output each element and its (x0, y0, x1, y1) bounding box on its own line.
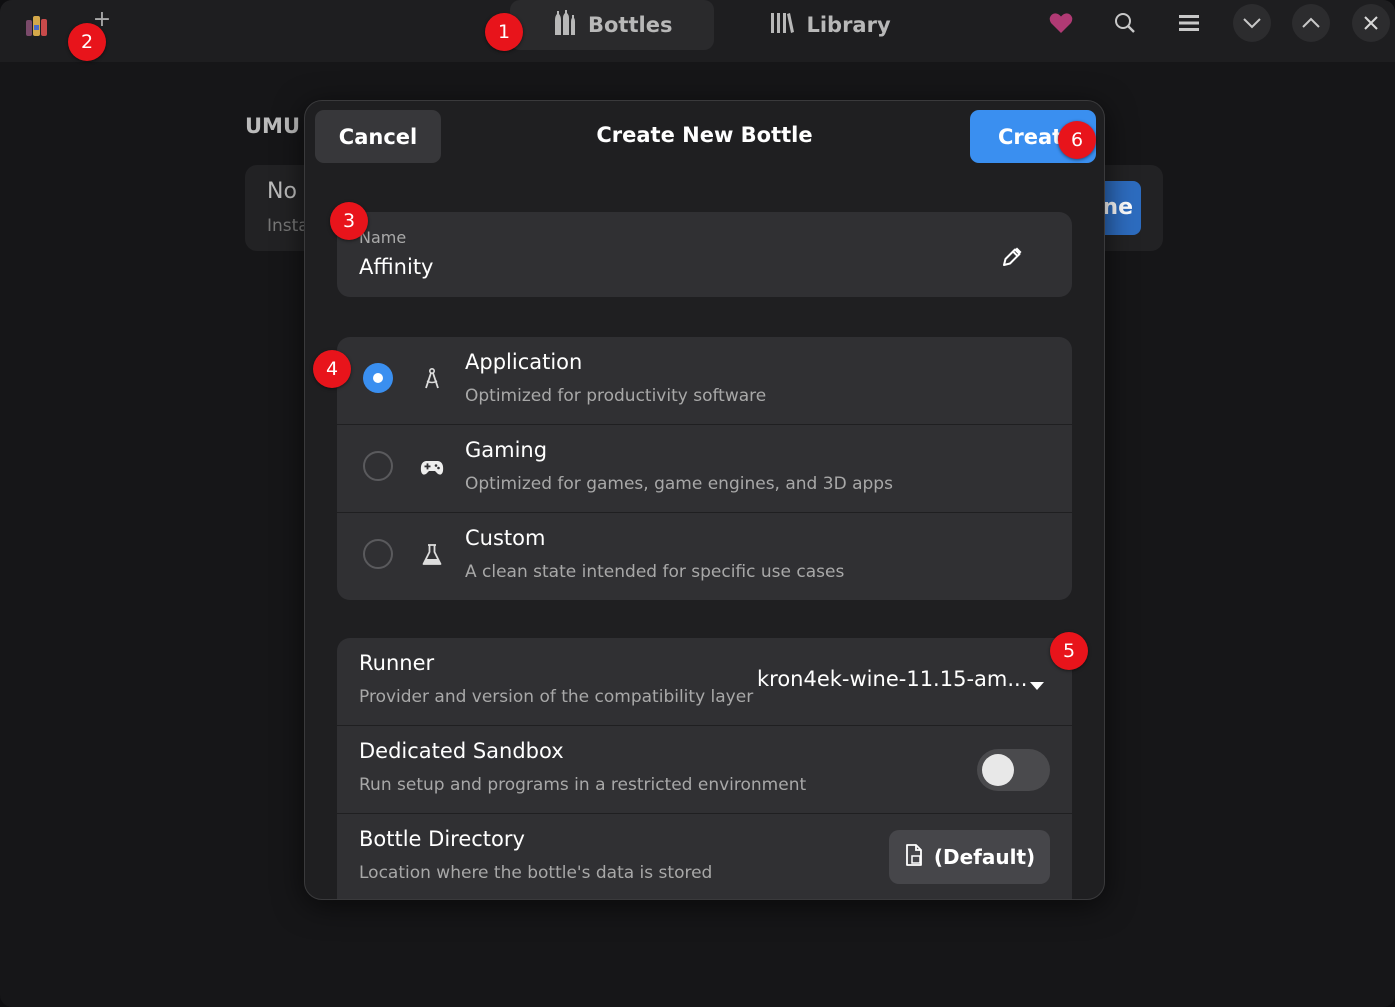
close-icon[interactable] (1352, 4, 1390, 42)
application-subtitle: Optimized for productivity software (465, 386, 767, 406)
view-switcher: Bottles Library (510, 0, 933, 50)
tab-bottles[interactable]: Bottles (510, 0, 715, 50)
annotation-badge-4: 4 (313, 350, 351, 388)
tab-bottles-label: Bottles (588, 13, 673, 37)
gaming-radio[interactable] (363, 451, 393, 481)
environment-row-gaming[interactable]: Gaming Optimized for games, game engines… (337, 425, 1072, 513)
runner-title: Runner (359, 651, 435, 675)
empty-state-subtitle: Insta (267, 216, 309, 236)
app-window: + Bottles Library UMU No Insta ne Cancel… (0, 0, 1395, 1007)
custom-title: Custom (465, 526, 546, 550)
directory-title: Bottle Directory (359, 827, 525, 851)
gamepad-icon (418, 453, 446, 481)
sandbox-row: Dedicated Sandbox Run setup and programs… (337, 726, 1072, 814)
annotation-badge-5: 5 (1050, 632, 1088, 670)
sandbox-toggle[interactable] (977, 749, 1050, 791)
name-input[interactable]: Affinity (359, 255, 433, 279)
directory-button-label: (Default) (933, 845, 1036, 869)
directory-row: Bottle Directory Location where the bott… (337, 814, 1072, 899)
chevron-down-icon[interactable] (1029, 676, 1045, 690)
heart-icon[interactable] (1042, 4, 1080, 42)
directory-button[interactable]: (Default) (889, 830, 1050, 884)
application-title: Application (465, 350, 583, 374)
custom-subtitle: A clean state intended for specific use … (465, 562, 845, 582)
headerbar: + Bottles Library (0, 0, 1395, 62)
menu-icon[interactable] (1170, 4, 1208, 42)
runner-dropdown[interactable]: kron4ek-wine-11.15-am... (757, 667, 1027, 691)
environment-row-application[interactable]: Application Optimized for productivity s… (337, 337, 1072, 425)
environment-row-custom[interactable]: Custom A clean state intended for specif… (337, 513, 1072, 600)
app-icon (24, 12, 50, 38)
minimize-icon[interactable] (1233, 4, 1271, 42)
toggle-knob (982, 754, 1014, 786)
application-radio[interactable] (363, 363, 393, 393)
settings-list: Runner Provider and version of the compa… (337, 638, 1072, 899)
create-bottle-dialog: Cancel Create New Bottle Create Name Aff… (304, 100, 1105, 900)
sandbox-subtitle: Run setup and programs in a restricted e… (359, 775, 807, 795)
directory-subtitle: Location where the bottle's data is stor… (359, 863, 713, 883)
custom-radio[interactable] (363, 539, 393, 569)
maximize-icon[interactable] (1292, 4, 1330, 42)
search-icon[interactable] (1106, 4, 1144, 42)
annotation-badge-6: 6 (1058, 121, 1096, 159)
library-icon (770, 12, 795, 39)
name-label: Name (359, 228, 407, 247)
edit-icon[interactable] (999, 244, 1025, 270)
name-entry-row[interactable]: Name Affinity (337, 212, 1072, 297)
empty-state-title: No (267, 179, 297, 204)
runner-row[interactable]: Runner Provider and version of the compa… (337, 638, 1072, 726)
tab-library-label: Library (806, 13, 891, 37)
gaming-title: Gaming (465, 438, 548, 462)
gaming-subtitle: Optimized for games, game engines, and 3… (465, 474, 893, 494)
runner-subtitle: Provider and version of the compatibilit… (359, 687, 754, 707)
bottles-icon (552, 9, 576, 41)
compass-icon (418, 365, 446, 393)
document-icon (904, 843, 924, 871)
annotation-badge-3: 3 (330, 202, 368, 240)
sandbox-title: Dedicated Sandbox (359, 739, 564, 763)
environment-list: Application Optimized for productivity s… (337, 337, 1072, 600)
annotation-badge-2: 2 (68, 23, 106, 61)
section-heading: UMU (245, 114, 301, 138)
annotation-badge-1: 1 (485, 13, 523, 51)
flask-icon (418, 541, 446, 569)
tab-library[interactable]: Library (728, 0, 932, 50)
